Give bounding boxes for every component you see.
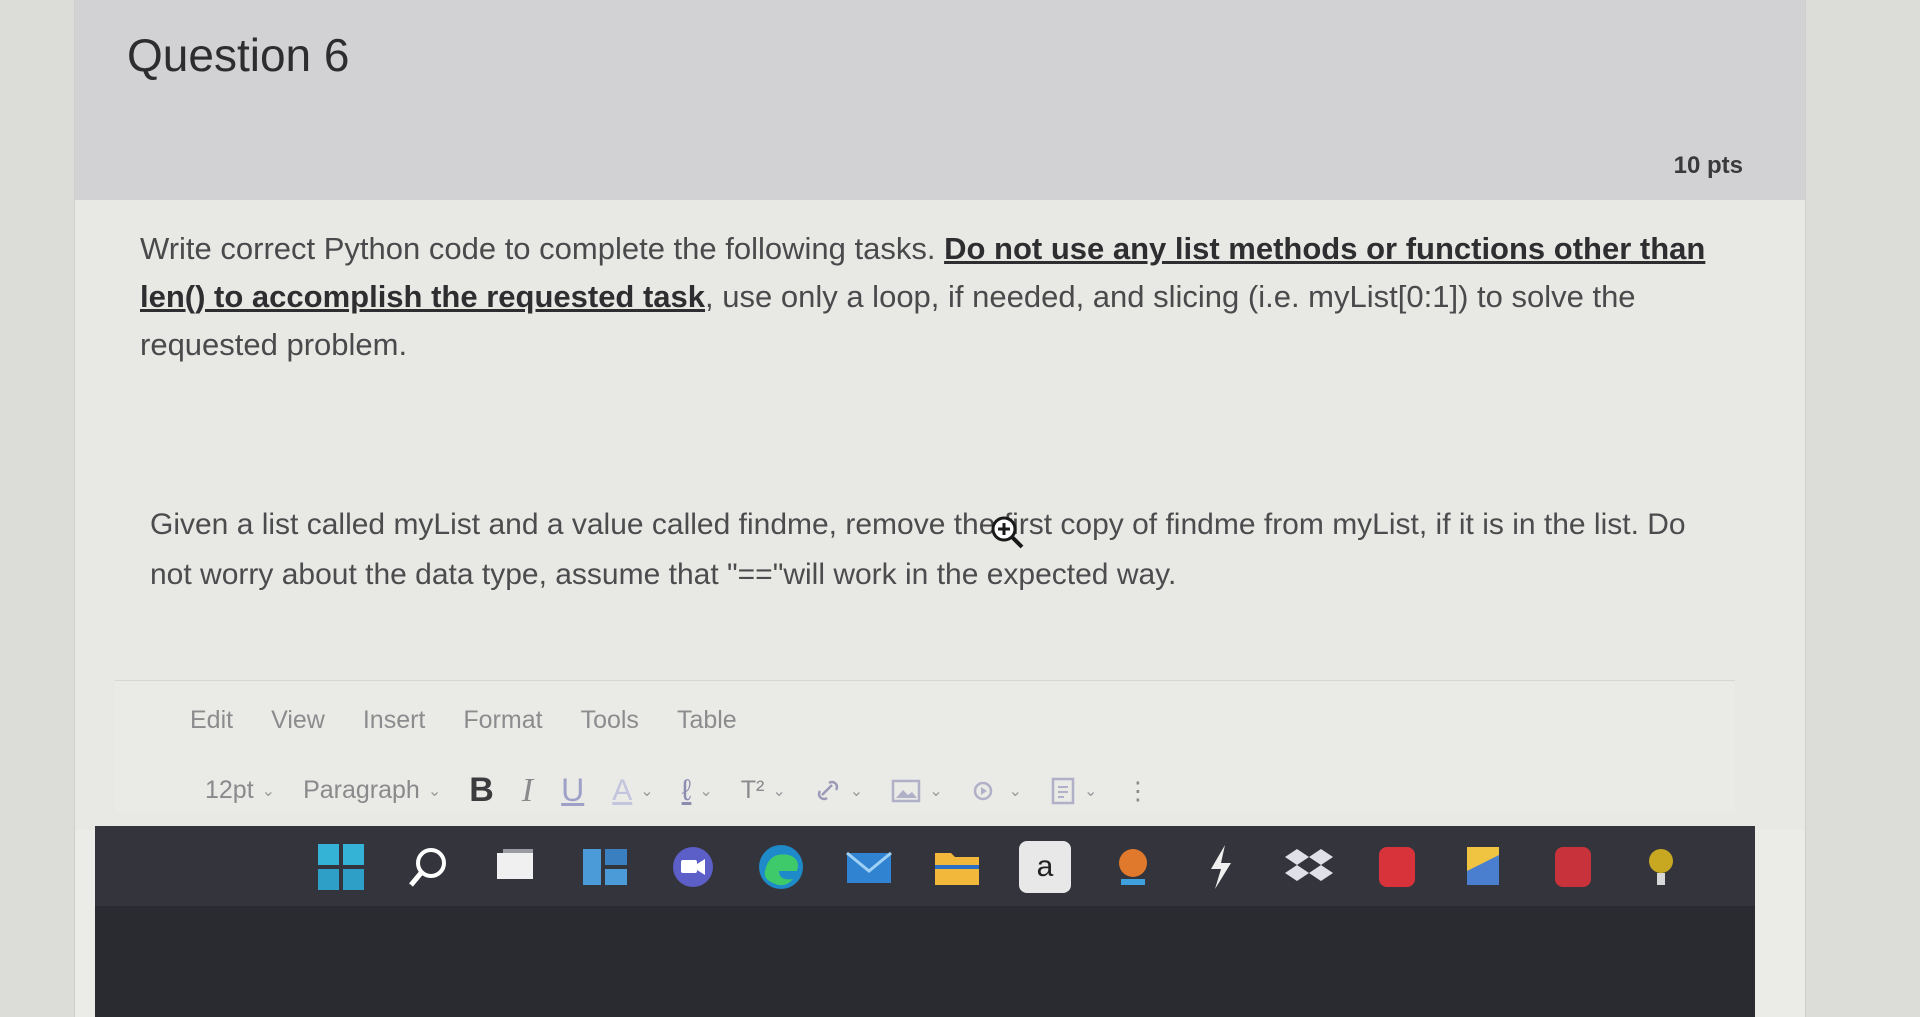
font-size-select[interactable]: 12pt ⌄	[205, 776, 275, 805]
highlight-icon: ℓ	[681, 773, 692, 807]
menu-view[interactable]: View	[271, 706, 325, 735]
chevron-down-icon: ⌄	[427, 782, 442, 800]
media-button[interactable]: ⌄	[971, 778, 1022, 804]
block-format-value: Paragraph	[303, 776, 420, 804]
menu-insert[interactable]: Insert	[363, 706, 426, 735]
question-points: 10 pts	[1673, 152, 1743, 179]
taskbar-bottom	[95, 906, 1755, 1017]
superscript-button[interactable]: T² ⌄	[741, 776, 786, 805]
task-view-icon[interactable]	[491, 841, 543, 893]
winamp-icon[interactable]	[1195, 841, 1247, 893]
chevron-down-icon: ⌄	[849, 782, 864, 800]
file-explorer-icon[interactable]	[931, 841, 983, 893]
chevron-down-icon: ⌄	[1084, 782, 1098, 800]
notes-icon[interactable]	[1459, 841, 1511, 893]
highlight-color-button[interactable]: ℓ ⌄	[682, 774, 713, 808]
menu-tools[interactable]: Tools	[581, 706, 639, 735]
superscript-icon: T²	[740, 776, 765, 804]
chevron-down-icon: ⌄	[261, 782, 276, 800]
link-button[interactable]: ⌄	[814, 777, 863, 805]
menu-edit[interactable]: Edit	[190, 706, 233, 735]
widgets-icon[interactable]	[579, 841, 631, 893]
more-options-button[interactable]: ⋮	[1125, 776, 1150, 806]
chevron-down-icon: ⌄	[640, 782, 654, 800]
windows-taskbar: a	[95, 826, 1755, 1017]
zoom-in-cursor-icon	[991, 516, 1024, 549]
app-icon[interactable]	[1107, 841, 1159, 893]
chevron-down-icon: ⌄	[1008, 782, 1022, 800]
question-instructions: Write correct Python code to complete th…	[140, 225, 1740, 369]
document-button[interactable]: ⌄	[1050, 777, 1097, 805]
document-icon	[1051, 777, 1075, 804]
question-title: Question 6	[127, 29, 350, 81]
menu-table[interactable]: Table	[677, 706, 737, 735]
start-icon[interactable]	[315, 841, 367, 893]
image-icon	[891, 779, 921, 802]
edge-icon[interactable]	[755, 841, 807, 893]
task-description: Given a list called myList and a value c…	[150, 508, 1686, 591]
chevron-down-icon: ⌄	[772, 782, 786, 800]
chevron-down-icon: ⌄	[699, 782, 713, 800]
link-icon	[817, 780, 839, 800]
block-format-select[interactable]: Paragraph ⌄	[303, 776, 441, 805]
editor-toolbar: 12pt ⌄ Paragraph ⌄ B I U A ⌄ ℓ ⌄ T² ⌄ ⌄ …	[205, 771, 1150, 810]
dropbox-icon[interactable]	[1283, 841, 1335, 893]
menu-format[interactable]: Format	[463, 706, 542, 735]
other-icon[interactable]	[1635, 841, 1687, 893]
underline-button[interactable]: U	[561, 772, 584, 809]
search-icon[interactable]	[403, 841, 455, 893]
taskbar-icons: a	[315, 841, 1687, 893]
chevron-down-icon: ⌄	[929, 782, 943, 800]
question-header: Question 6 10 pts	[75, 0, 1805, 202]
italic-button[interactable]: I	[522, 772, 533, 810]
chat-icon[interactable]	[667, 841, 719, 893]
editor-menubar: Edit View Insert Format Tools Table	[190, 706, 737, 735]
media-icon	[973, 781, 992, 800]
rich-text-editor[interactable]: Edit View Insert Format Tools Table 12pt…	[115, 680, 1735, 811]
app-icon[interactable]	[1547, 841, 1599, 893]
text-color-button[interactable]: A ⌄	[612, 774, 653, 808]
text-color-icon: A	[612, 773, 633, 807]
font-size-value: 12pt	[205, 776, 254, 804]
question-body: Write correct Python code to complete th…	[75, 200, 1805, 830]
mail-icon[interactable]	[843, 841, 895, 893]
amazon-icon[interactable]: a	[1019, 841, 1071, 893]
app-icon[interactable]	[1371, 841, 1423, 893]
image-button[interactable]: ⌄	[891, 778, 943, 804]
bold-button[interactable]: B	[469, 771, 494, 810]
instructions-text-part1: Write correct Python code to complete th…	[140, 231, 945, 266]
